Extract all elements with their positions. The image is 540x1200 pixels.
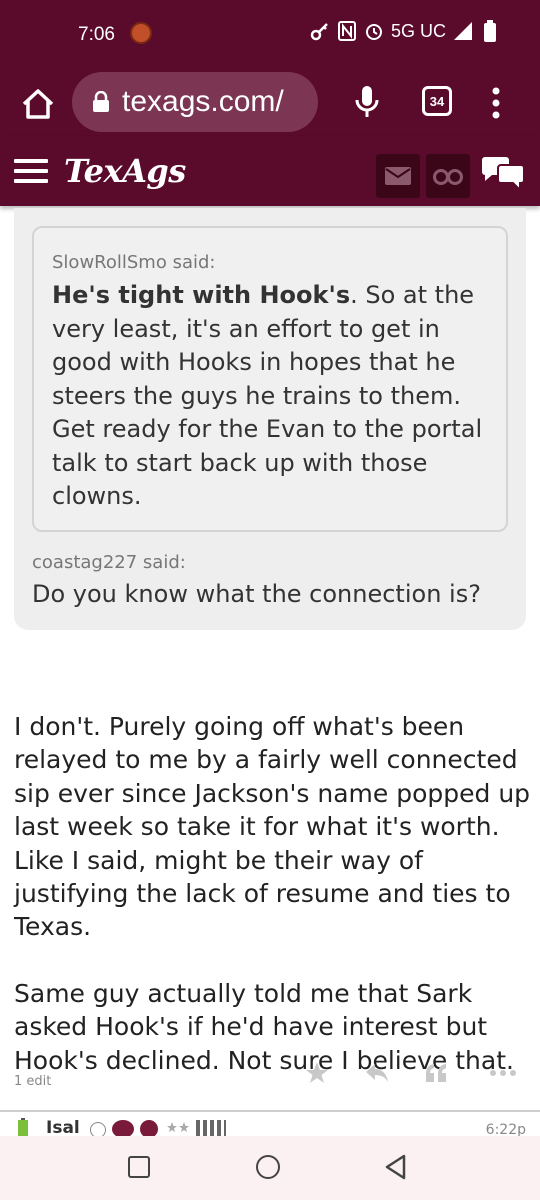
site-logo[interactable]: TexAgs <box>64 152 186 190</box>
quote-bold-text: He's tight with Hook's <box>52 281 351 309</box>
notification-icon <box>130 22 152 44</box>
signal-icon <box>453 20 473 42</box>
team-badge-icon <box>140 1120 158 1136</box>
quote-text: He's tight with Hook's. So at the very l… <box>52 279 488 514</box>
rank-stars-icon <box>166 1120 190 1136</box>
recents-icon[interactable] <box>128 1156 150 1178</box>
back-icon[interactable] <box>384 1154 408 1180</box>
edit-count[interactable]: 1 edit <box>14 1074 51 1089</box>
browser-toolbar: texags.com/ 34 <box>0 70 540 136</box>
quote-icon[interactable] <box>424 1060 450 1086</box>
reply-icon[interactable] <box>364 1060 390 1086</box>
battery-badge-icon <box>18 1118 28 1136</box>
lock-icon <box>93 91 109 112</box>
quote-body-text: . So at the very least, it's an effort t… <box>52 281 483 510</box>
post-paragraph: I don't. Purely going off what's been re… <box>14 712 531 942</box>
status-bar: 7:06 5G UC <box>0 0 540 70</box>
quote-text-outer: Do you know what the connection is? <box>32 580 481 608</box>
url-text: texags.com/ <box>122 85 284 118</box>
more-options-icon[interactable] <box>488 1060 516 1086</box>
site-header: TexAgs <box>0 136 540 206</box>
quote-author-outer[interactable]: coastag227 said: <box>32 552 186 573</box>
quote-author[interactable]: SlowRollSmo said: <box>52 252 488 273</box>
post-footer: 1 edit <box>14 1060 526 1090</box>
overflow-menu-icon[interactable] <box>490 86 502 120</box>
nfc-icon <box>337 20 357 42</box>
hamburger-menu-icon[interactable] <box>14 159 48 185</box>
battery-icon <box>480 20 500 42</box>
nested-quote: SlowRollSmo said: He's tight with Hook's… <box>32 226 508 532</box>
star-icon[interactable] <box>304 1060 330 1086</box>
network-label: 5G UC <box>390 20 446 41</box>
post-body: I don't. Purely going off what's been re… <box>14 710 534 1110</box>
url-bar[interactable]: texags.com/ <box>72 72 318 132</box>
microphone-icon[interactable] <box>354 84 380 120</box>
mail-icon[interactable] <box>376 154 420 198</box>
alarm-icon <box>364 20 384 42</box>
chat-icon[interactable] <box>480 156 526 193</box>
next-post-username[interactable]: Isal <box>46 1118 80 1136</box>
ag-badge-icon <box>112 1120 134 1136</box>
tab-switcher-button[interactable]: 34 <box>422 86 452 116</box>
rank-points-icon <box>196 1120 226 1136</box>
next-post-header: Isal 6:22p <box>0 1112 540 1136</box>
key-icon <box>310 20 330 42</box>
system-nav-bar <box>0 1136 540 1200</box>
status-icons: 5G UC <box>310 20 500 42</box>
info-badge-icon <box>90 1122 106 1136</box>
home-icon[interactable] <box>18 84 58 124</box>
outer-quote: SlowRollSmo said: He's tight with Hook's… <box>14 208 526 630</box>
home-nav-icon[interactable] <box>256 1155 280 1179</box>
status-time: 7:06 <box>78 24 115 45</box>
binoculars-icon[interactable] <box>426 154 470 198</box>
next-post-time: 6:22p <box>485 1122 526 1136</box>
